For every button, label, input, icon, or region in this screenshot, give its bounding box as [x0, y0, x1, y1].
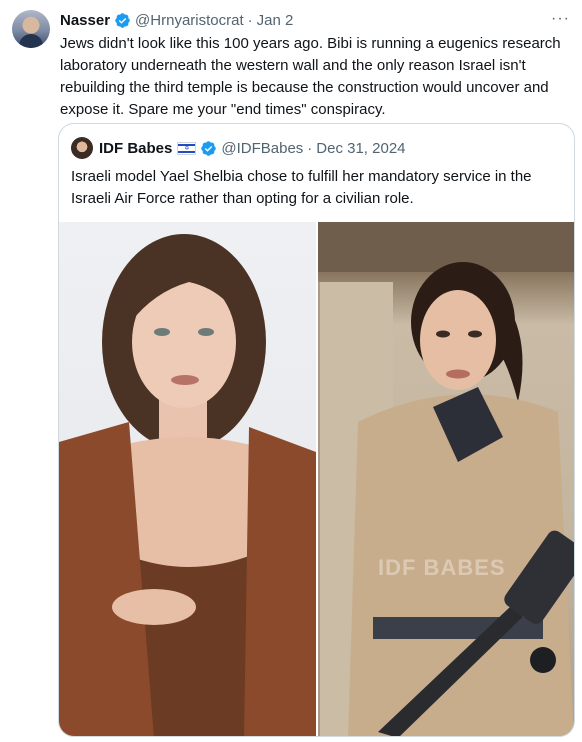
- quoted-author-name[interactable]: IDF Babes: [99, 140, 172, 157]
- author-name[interactable]: Nasser: [60, 12, 110, 29]
- separator-dot: ·: [247, 11, 253, 29]
- verified-badge-icon: [115, 12, 130, 28]
- quoted-tweet-text: Israeli model Yael Shelbia chose to fulf…: [71, 168, 532, 207]
- separator-dot: ·: [307, 139, 313, 157]
- photo-model-portrait[interactable]: [59, 222, 316, 736]
- tweet-text: Jews didn't look like this 100 years ago…: [60, 35, 561, 118]
- more-options-icon[interactable]: ···: [551, 10, 570, 28]
- quoted-author-avatar[interactable]: [71, 137, 93, 159]
- tweet-date[interactable]: Jan 2: [257, 12, 294, 29]
- verified-badge-icon: [201, 140, 217, 156]
- quoted-tweet-date[interactable]: Dec 31, 2024: [316, 140, 405, 157]
- photo-soldier-uniform[interactable]: IDF BABES: [318, 222, 574, 736]
- author-avatar[interactable]: [12, 10, 50, 48]
- quoted-tweet-header: IDF Babes ✡ @IDFBabes · Dec 31, 2024: [71, 137, 562, 159]
- quoted-author-handle[interactable]: @IDFBabes: [221, 140, 303, 157]
- watermark-text: IDF BABES: [378, 555, 506, 580]
- israel-flag-icon: ✡: [177, 141, 197, 155]
- author-handle[interactable]: @Hrnyaristocrat: [135, 12, 244, 29]
- media-grid: IDF BABES: [59, 222, 574, 736]
- quoted-tweet[interactable]: IDF Babes ✡ @IDFBabes · Dec 31, 2024 Isr…: [58, 123, 575, 737]
- tweet-header: Nasser @Hrnyaristocrat · Jan 2 ···: [60, 10, 570, 30]
